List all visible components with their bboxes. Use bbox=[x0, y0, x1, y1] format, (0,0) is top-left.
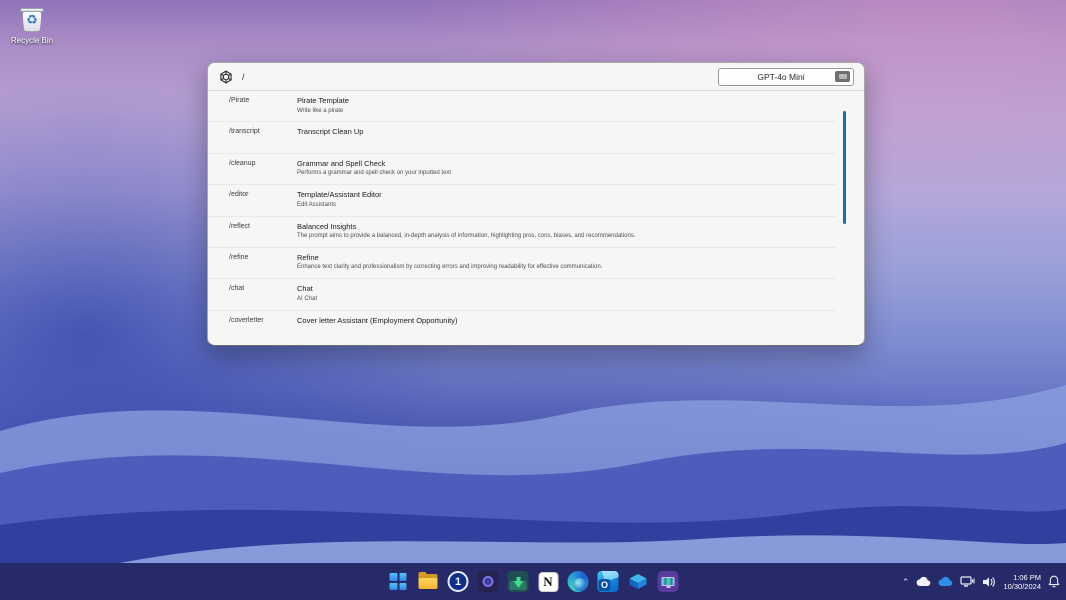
model-selector-dropdown[interactable]: GPT-4o Mini bbox=[718, 67, 854, 86]
start-button[interactable] bbox=[386, 568, 411, 595]
command-query-input[interactable]: / bbox=[242, 72, 245, 82]
command-row[interactable]: /coverletter Cover letter Assistant (Emp… bbox=[208, 311, 836, 342]
1password-button[interactable]: 1 bbox=[446, 568, 471, 595]
command-title: Transcript Clean Up bbox=[297, 127, 364, 137]
command-description bbox=[297, 327, 836, 334]
command-row[interactable]: /refine Refine Enhance text clarity and … bbox=[208, 248, 836, 280]
command-title: Pirate Template bbox=[297, 96, 349, 105]
onedrive-cloud-icon[interactable] bbox=[938, 576, 953, 587]
command-description bbox=[297, 139, 836, 146]
taskbar: 1 N O ⌃ 1:06 PM 10/30/2024 bbox=[0, 563, 1066, 600]
command-slug: /editor bbox=[229, 191, 249, 199]
command-description: AI Chat bbox=[297, 295, 318, 302]
command-slug: /Pirate bbox=[229, 97, 250, 104]
openai-logo-icon bbox=[220, 70, 232, 83]
monitor-app-button[interactable] bbox=[656, 568, 681, 595]
notion-button[interactable]: N bbox=[536, 568, 561, 595]
outlook-icon: O bbox=[597, 571, 619, 592]
system-tray: ⌃ 1:06 PM 10/30/2024 bbox=[902, 563, 1060, 600]
command-row[interactable]: /editor Template/Assistant Editor Edit A… bbox=[208, 185, 836, 217]
command-slug: /cleanup bbox=[229, 159, 256, 167]
taskbar-pinned-icons: 1 N O bbox=[386, 563, 681, 600]
file-explorer-icon bbox=[418, 572, 438, 589]
command-description: Enhance text clarity and professionalism… bbox=[297, 264, 603, 271]
purple-ring-app-icon bbox=[477, 571, 499, 592]
command-description: The prompt aims to provide a balanced, i… bbox=[297, 233, 636, 240]
notification-bell-icon[interactable] bbox=[1048, 575, 1060, 588]
command-list: /Pirate Pirate Template Write like a pir… bbox=[208, 91, 864, 345]
command-description: Write like a pirate bbox=[297, 107, 344, 114]
network-icon[interactable] bbox=[960, 575, 976, 588]
cloud-icon[interactable] bbox=[916, 576, 931, 587]
tray-chevron-up-icon[interactable]: ⌃ bbox=[902, 577, 910, 588]
command-row[interactable]: /reflect Balanced Insights The prompt ai… bbox=[208, 217, 836, 248]
command-slug: /refine bbox=[229, 253, 249, 261]
command-title: Chat bbox=[297, 284, 313, 294]
volume-icon[interactable] bbox=[982, 576, 996, 588]
scrollbar-thumb[interactable] bbox=[843, 111, 846, 224]
wallpaper-dunes bbox=[0, 385, 1066, 563]
prompt-launcher-window: / GPT-4o Mini /Pirate Pirate Template Wr… bbox=[207, 62, 865, 346]
model-selector-label: GPT-4o Mini bbox=[757, 71, 805, 82]
blue-cube-app-icon bbox=[628, 571, 649, 592]
1password-icon: 1 bbox=[447, 571, 469, 592]
command-description: Edit Assistants bbox=[297, 201, 337, 208]
recycle-bin-label: Recycle Bin bbox=[10, 36, 54, 45]
command-row[interactable]: /transcript Transcript Clean Up bbox=[208, 122, 836, 154]
downloads-app-button[interactable] bbox=[506, 568, 531, 595]
command-row[interactable]: /chat Chat AI Chat bbox=[208, 279, 836, 311]
clock-time: 1:06 PM bbox=[1013, 572, 1041, 582]
command-title: Grammar and Spell Check bbox=[297, 158, 386, 168]
keyboard-shortcut-badge-icon bbox=[835, 71, 850, 82]
launcher-header: / GPT-4o Mini bbox=[208, 63, 864, 91]
clock-date: 10/30/2024 bbox=[1003, 581, 1041, 591]
taskbar-clock[interactable]: 1:06 PM 10/30/2024 bbox=[1003, 573, 1041, 591]
edge-icon bbox=[567, 571, 589, 592]
command-slug: /coverletter bbox=[229, 316, 264, 324]
command-title: Cover letter Assistant (Employment Oppor… bbox=[297, 315, 458, 325]
command-title: Balanced Insights bbox=[297, 221, 357, 231]
outlook-button[interactable]: O bbox=[596, 568, 621, 595]
downloads-app-icon bbox=[507, 571, 529, 592]
notion-icon: N bbox=[538, 571, 558, 592]
monitor-app-icon bbox=[657, 571, 679, 592]
command-description: Performs a grammar and spell check on yo… bbox=[297, 170, 452, 177]
recycle-bin-icon: ♻ bbox=[19, 6, 45, 34]
start-icon bbox=[389, 573, 407, 590]
command-slug: /chat bbox=[229, 285, 245, 293]
command-slug: /reflect bbox=[229, 222, 251, 230]
command-row[interactable]: /Pirate Pirate Template Write like a pir… bbox=[208, 91, 836, 123]
blue-cube-app-button[interactable] bbox=[626, 568, 651, 595]
file-explorer-button[interactable] bbox=[416, 568, 441, 595]
recycle-bin-shortcut[interactable]: ♻ Recycle Bin bbox=[6, 6, 58, 45]
edge-button[interactable] bbox=[566, 568, 591, 595]
command-title: Template/Assistant Editor bbox=[297, 190, 382, 200]
command-slug: /transcript bbox=[229, 128, 260, 136]
command-title: Refine bbox=[297, 252, 319, 262]
purple-ring-app-button[interactable] bbox=[476, 568, 501, 595]
command-row[interactable]: /cleanup Grammar and Spell Check Perform… bbox=[208, 154, 836, 186]
